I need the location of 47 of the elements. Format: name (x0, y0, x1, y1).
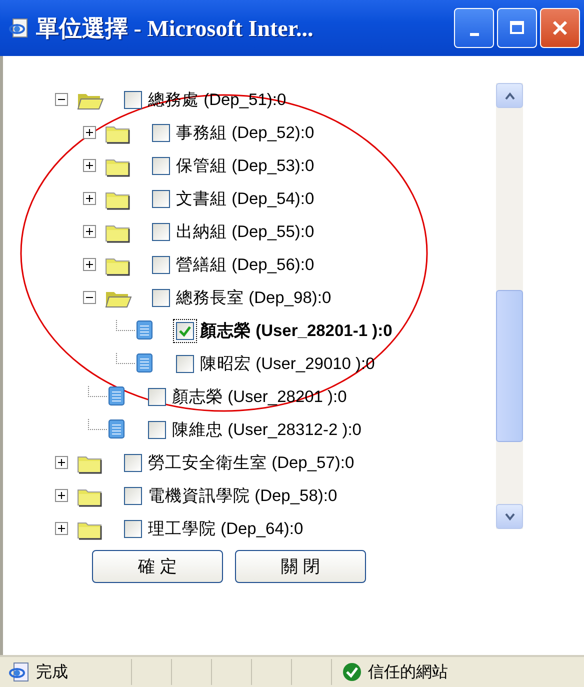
window-title: 單位選擇 - Microsoft Inter... (36, 14, 314, 42)
scroll-up-button[interactable] (496, 83, 523, 108)
tree-item-label[interactable]: 理工學院 (Dep_64):0 (148, 518, 304, 540)
close-icon (552, 20, 568, 36)
tree-item-label[interactable]: 顏志榮 (User_28201-1 ):0 (200, 320, 392, 342)
maximize-icon (509, 20, 525, 36)
tree-item-label[interactable]: 事務組 (Dep_52):0 (176, 122, 314, 144)
expand-icon[interactable] (55, 489, 68, 502)
expand-icon[interactable] (55, 456, 68, 469)
minimize-button[interactable] (454, 8, 494, 48)
tree-item-label[interactable]: 營繕組 (Dep_56):0 (176, 254, 314, 276)
maximize-button[interactable] (497, 8, 537, 48)
tree-item-label[interactable]: 陳維忠 (User_28312-2 ):0 (172, 418, 362, 440)
expand-icon[interactable] (55, 522, 68, 535)
collapse-icon[interactable] (55, 93, 68, 106)
collapse-icon[interactable] (83, 291, 96, 304)
scroll-thumb[interactable] (496, 290, 523, 442)
expand-icon[interactable] (83, 192, 96, 205)
tree-item-label[interactable]: 出納組 (Dep_55):0 (176, 220, 314, 242)
dialog-button[interactable]: 關 閉 (235, 550, 366, 583)
expand-icon[interactable] (83, 126, 96, 139)
close-button[interactable] (540, 8, 580, 48)
expand-icon[interactable] (83, 225, 96, 238)
tree-item-label[interactable]: 文書組 (Dep_54):0 (176, 188, 314, 210)
document-icon (107, 386, 127, 407)
document-icon (135, 320, 155, 341)
tree-item-label[interactable]: 勞工安全衛生室 (Dep_57):0 (148, 452, 354, 474)
expand-icon[interactable] (83, 258, 96, 271)
scrollbar[interactable] (496, 83, 523, 529)
checkmark-icon (178, 324, 192, 338)
tree-item-label[interactable]: 總務長室 (Dep_98):0 (176, 286, 332, 308)
document-icon (107, 419, 127, 440)
document-icon (135, 353, 155, 374)
page-icon (8, 661, 30, 683)
dialog-button[interactable]: 確 定 (92, 550, 223, 583)
minimize-icon (470, 32, 478, 36)
page-icon (8, 17, 30, 39)
caret-down-icon (504, 512, 514, 520)
status-text: 完成 (36, 662, 68, 682)
caret-up-icon (504, 92, 514, 100)
tree-item-label[interactable]: 電機資訊學院 (Dep_58):0 (148, 484, 338, 506)
scroll-down-button[interactable] (496, 504, 523, 529)
expand-icon[interactable] (83, 159, 96, 172)
security-zone: 信任的網站 (368, 662, 448, 682)
checkbox[interactable] (173, 318, 197, 342)
check-icon (342, 662, 362, 682)
tree-item-label[interactable]: 保管組 (Dep_53):0 (176, 154, 314, 176)
